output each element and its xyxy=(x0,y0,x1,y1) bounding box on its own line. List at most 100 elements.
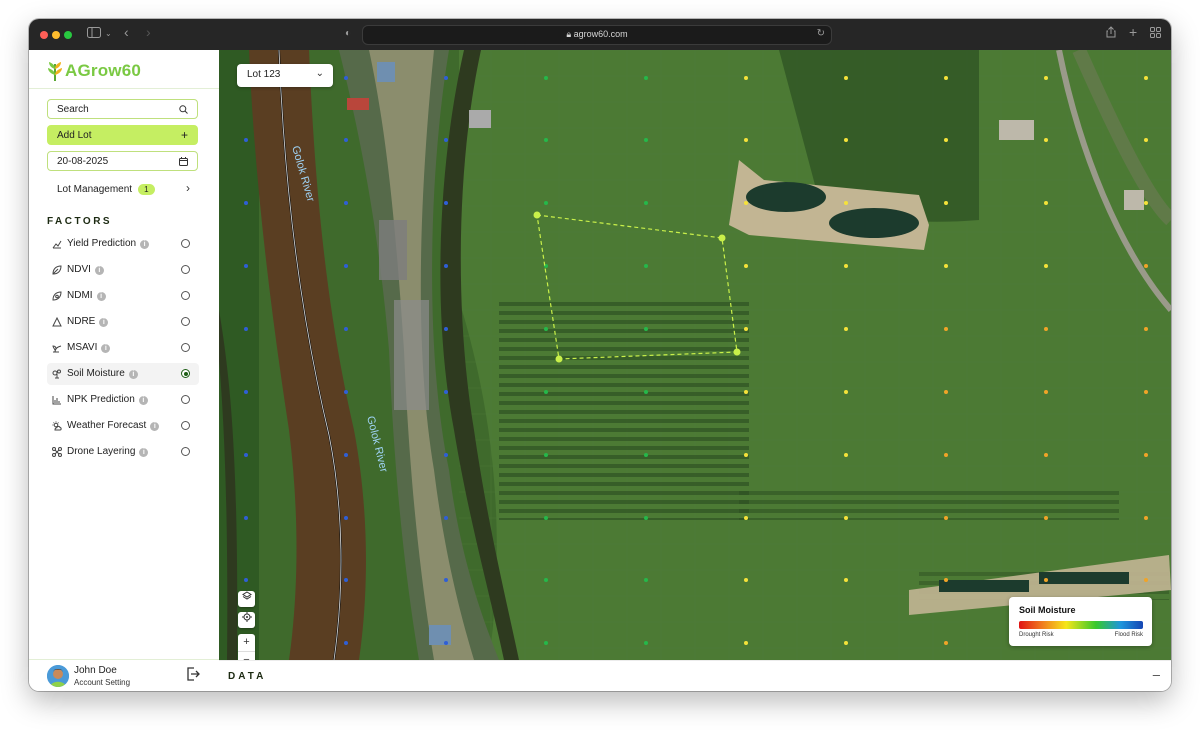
chevron-down-icon[interactable]: ⌄ xyxy=(105,26,112,42)
moisture-point xyxy=(1044,327,1048,331)
zoom-in-button[interactable]: + xyxy=(238,634,255,651)
minimize-window-button[interactable] xyxy=(52,31,60,39)
info-icon[interactable]: i xyxy=(101,344,111,353)
moisture-point xyxy=(1044,264,1048,268)
lot-management-label: Lot Management xyxy=(57,183,133,195)
factor-soil-moisture[interactable]: Soil Moisture i xyxy=(47,363,199,385)
data-panel-label: DATA xyxy=(228,671,267,682)
moisture-point xyxy=(544,578,548,582)
close-window-button[interactable] xyxy=(40,31,48,39)
zoom-out-button[interactable]: − xyxy=(238,651,255,660)
factors-heading: FACTORS xyxy=(47,216,113,227)
factor-drone-layering[interactable]: Drone Layering i xyxy=(47,441,199,463)
layers-icon xyxy=(241,591,252,600)
factor-ndvi[interactable]: NDVI i xyxy=(47,259,199,281)
moisture-point xyxy=(644,264,648,268)
moisture-point xyxy=(344,327,348,331)
address-bar[interactable]: 🔒︎ agrow60.com ↻ xyxy=(362,25,832,45)
chevron-right-icon: › xyxy=(186,181,190,195)
factor-radio-selected[interactable] xyxy=(181,369,190,378)
factor-npk-prediction[interactable]: NPK Prediction i xyxy=(47,389,199,411)
moisture-point xyxy=(644,390,648,394)
factor-ndmi[interactable]: NDMI i xyxy=(47,285,199,307)
moisture-point xyxy=(744,327,748,331)
forward-icon[interactable]: › xyxy=(146,24,151,40)
factor-msavi[interactable]: MSAVI i xyxy=(47,337,199,359)
lot-count-badge: 1 xyxy=(138,183,155,195)
legend-low-label: Drought Risk xyxy=(1019,632,1054,638)
factor-ndre[interactable]: NDRE i xyxy=(47,311,199,333)
moisture-point xyxy=(544,138,548,142)
triangle-icon xyxy=(52,317,62,327)
layers-button[interactable] xyxy=(238,591,255,607)
moisture-point xyxy=(944,390,948,394)
moisture-point xyxy=(344,453,348,457)
data-panel-header[interactable]: DATA – xyxy=(219,660,1171,691)
info-icon[interactable]: i xyxy=(138,396,148,405)
factor-yield-prediction[interactable]: Yield Prediction i xyxy=(47,233,199,255)
browser-window: ⌄ ‹ › ◐ 🔒︎ agrow60.com ↻ + AGrow60 Searc… xyxy=(29,19,1171,691)
moisture-point xyxy=(444,516,448,520)
moisture-point xyxy=(344,264,348,268)
info-icon[interactable]: i xyxy=(139,448,149,457)
info-icon[interactable]: i xyxy=(150,422,160,431)
factor-radio[interactable] xyxy=(181,239,190,248)
map-canvas[interactable]: Golok River Golok River xyxy=(219,50,1171,660)
info-icon[interactable]: i xyxy=(96,292,106,301)
moisture-point xyxy=(844,76,848,80)
factor-radio[interactable] xyxy=(181,291,190,300)
factor-label: NDVI xyxy=(67,264,91,275)
user-panel: John Doe Account Setting xyxy=(29,659,219,691)
logout-icon[interactable] xyxy=(185,666,201,682)
factor-radio[interactable] xyxy=(181,343,190,352)
factor-radio[interactable] xyxy=(181,395,190,404)
info-icon[interactable]: i xyxy=(128,370,138,379)
moisture-point xyxy=(844,327,848,331)
factor-label: Soil Moisture xyxy=(67,368,125,379)
share-icon[interactable] xyxy=(1106,26,1116,42)
avatar[interactable] xyxy=(47,665,69,687)
locate-button[interactable] xyxy=(238,612,255,628)
moisture-point xyxy=(944,641,948,645)
tab-overview-icon[interactable] xyxy=(1150,26,1161,42)
moisture-point xyxy=(544,516,548,520)
collapse-button[interactable]: – xyxy=(1153,667,1160,682)
polygon-vertex-handle[interactable] xyxy=(533,211,541,219)
moisture-point xyxy=(844,264,848,268)
factor-radio[interactable] xyxy=(181,421,190,430)
moisture-point xyxy=(944,264,948,268)
date-picker[interactable]: 20-08-2025 xyxy=(47,151,198,171)
lot-management-link[interactable]: Lot Management 1 › xyxy=(57,181,190,197)
factor-label: NDMI xyxy=(67,290,93,301)
polygon-vertex-handle[interactable] xyxy=(718,234,726,242)
moisture-point xyxy=(644,453,648,457)
search-field[interactable]: Search xyxy=(47,99,198,119)
app-logo[interactable]: AGrow60 xyxy=(47,59,141,83)
user-name: John Doe xyxy=(74,665,117,676)
factor-radio[interactable] xyxy=(181,317,190,326)
add-lot-button[interactable]: Add Lot + xyxy=(47,125,198,145)
info-icon[interactable]: i xyxy=(140,240,150,249)
moisture-point xyxy=(844,578,848,582)
sidebar-toggle-icon[interactable] xyxy=(87,26,101,42)
reload-icon[interactable]: ↻ xyxy=(817,28,825,39)
factor-radio[interactable] xyxy=(181,265,190,274)
new-tab-icon[interactable]: + xyxy=(1129,24,1137,40)
moisture-point xyxy=(1144,578,1148,582)
zoom-window-button[interactable] xyxy=(64,31,72,39)
polygon-vertex-handle[interactable] xyxy=(733,348,741,356)
account-setting-link[interactable]: Account Setting xyxy=(74,678,130,687)
back-icon[interactable]: ‹ xyxy=(124,24,129,40)
factor-weather-forecast[interactable]: Weather Forecast i xyxy=(47,415,199,437)
info-icon[interactable]: i xyxy=(99,318,109,327)
polygon-vertex-handle[interactable] xyxy=(555,355,563,363)
search-label: Search xyxy=(57,103,89,115)
sprout-icon xyxy=(52,345,62,353)
satellite-map[interactable]: Golok River Golok River Lot 123 ⌄ + − So… xyxy=(219,50,1171,660)
info-icon[interactable]: i xyxy=(94,266,104,275)
lot-dropdown[interactable]: Lot 123 ⌄ xyxy=(237,64,333,87)
factor-radio[interactable] xyxy=(181,447,190,456)
shield-icon[interactable]: ◐ xyxy=(345,26,351,42)
moisture-point xyxy=(1044,138,1048,142)
moisture-point xyxy=(644,138,648,142)
